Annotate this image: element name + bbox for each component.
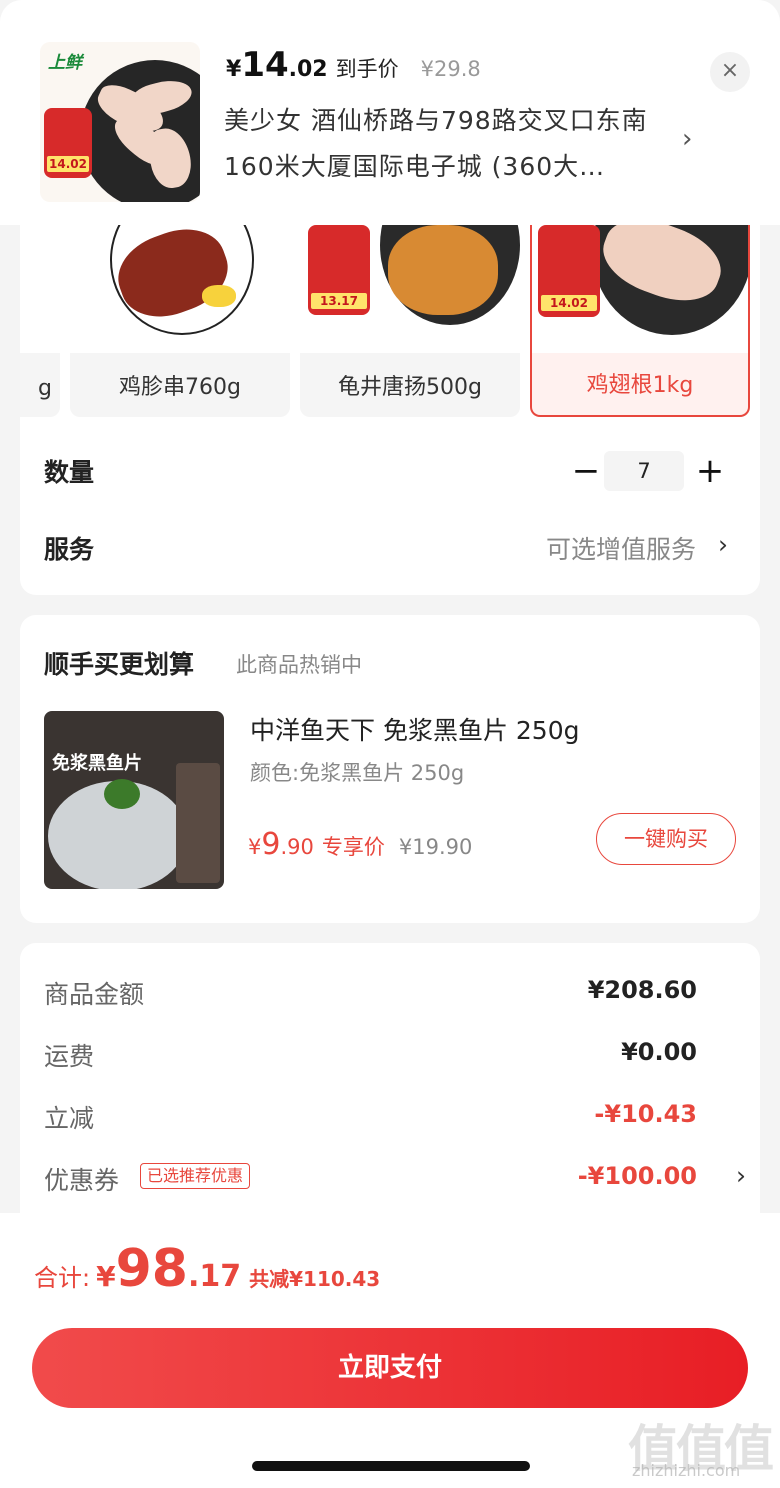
- chevron-right-icon[interactable]: ›: [718, 530, 728, 559]
- sku-option-label: g: [38, 376, 52, 401]
- delivery-address[interactable]: 美少女 酒仙桥路与798路交叉口东南160米大厦国际电子城 (360大…: [224, 98, 674, 190]
- price-summary: 商品金额 ¥208.60 运费 ¥0.00 立减 -¥10.43 优惠券 已选推…: [20, 943, 760, 1243]
- subtotal-value: ¥208.60: [587, 976, 697, 1004]
- pay-now-button[interactable]: 立即支付: [32, 1328, 748, 1408]
- sku-option[interactable]: 13.17 龟井唐扬500g: [300, 225, 520, 417]
- service-option-link[interactable]: 可选增值服务: [546, 530, 696, 566]
- total-savings: 共减¥110.43: [249, 1267, 381, 1291]
- deal-price: ¥14.02 到手价 ¥29.8: [226, 45, 481, 85]
- sku-option-selected[interactable]: 14.02 鸡翅根1kg: [530, 225, 750, 417]
- upsell-price: ¥9.90 专享价 ¥19.90: [248, 827, 473, 862]
- promo-tag: 14.02: [44, 108, 92, 178]
- chevron-right-icon[interactable]: ›: [736, 1161, 746, 1190]
- sku-option-label: 鸡胗串760g: [119, 375, 241, 400]
- brand-logo: 上鲜: [48, 53, 82, 73]
- promo-tag: 13.17: [308, 225, 370, 315]
- checkout-bar: 合计: ¥98.17 共减¥110.43 立即支付 值值值 zhizhizhi.co…: [0, 1213, 780, 1488]
- sku-option-label: 龟井唐扬500g: [338, 375, 482, 400]
- coupon-value[interactable]: -¥100.00: [578, 1162, 697, 1190]
- service-label: 服务: [44, 535, 95, 564]
- subtotal-label: 商品金额: [44, 980, 145, 1009]
- quantity-increase-button[interactable]: +: [690, 452, 730, 492]
- product-thumbnail: 上鲜 14.02: [40, 42, 200, 202]
- coupon-recommended-badge: 已选推荐优惠: [140, 1163, 251, 1189]
- upsell-product-name[interactable]: 中洋鱼天下 免浆黑鱼片 250g: [250, 711, 579, 747]
- sku-option[interactable]: 鸡胗串760g: [70, 225, 290, 417]
- sku-option[interactable]: g: [20, 225, 60, 417]
- order-total: 合计: ¥98.17 共减¥110.43: [34, 1239, 381, 1299]
- upsell-product-image[interactable]: 免浆黑鱼片: [44, 711, 224, 889]
- product-summary-header: 上鲜 14.02 ¥14.02 到手价 ¥29.8 美少女 酒仙桥路与798路交叉口…: [0, 0, 780, 225]
- shipping-value: ¥0.00: [621, 1038, 697, 1066]
- upsell-subtitle: 此商品热销中: [236, 653, 362, 677]
- one-click-buy-button[interactable]: 一键购买: [596, 813, 736, 865]
- upsell-original-price: ¥19.90: [398, 835, 473, 859]
- close-button[interactable]: ×: [710, 52, 750, 92]
- quantity-decrease-button[interactable]: −: [566, 452, 606, 492]
- upsell-product-variant: 颜色:免浆黑鱼片 250g: [250, 761, 465, 785]
- sku-selector-card: g 鸡胗串760g 13.17 龟井唐扬500g 14.02 鸡翅根1kg 数量: [20, 225, 760, 595]
- quantity-input[interactable]: 7: [604, 451, 684, 491]
- quantity-label: 数量: [44, 458, 95, 487]
- chevron-right-icon[interactable]: ›: [682, 124, 692, 154]
- coupon-label: 优惠券: [44, 1166, 120, 1195]
- upsell-card: 顺手买更划算 此商品热销中 免浆黑鱼片 中洋鱼天下 免浆黑鱼片 250g 颜色:…: [20, 615, 760, 923]
- sku-option-label: 鸡翅根1kg: [586, 373, 694, 398]
- promo-tag: 14.02: [538, 225, 600, 317]
- watermark-url: zhizhizhi.com: [632, 1461, 741, 1480]
- close-icon: ×: [720, 58, 740, 83]
- discount-value: -¥10.43: [594, 1100, 697, 1128]
- shipping-label: 运费: [44, 1042, 95, 1071]
- upsell-title: 顺手买更划算: [44, 650, 195, 679]
- discount-label: 立减: [44, 1104, 95, 1133]
- home-indicator[interactable]: [252, 1461, 530, 1471]
- original-price: ¥29.8: [420, 57, 481, 81]
